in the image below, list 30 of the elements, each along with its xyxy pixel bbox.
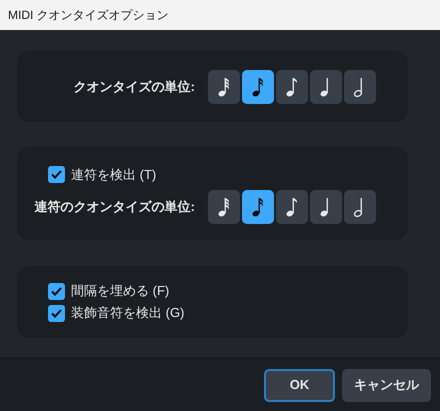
note-value-button[interactable]	[208, 70, 240, 104]
dialog-button[interactable]: OK	[264, 368, 335, 402]
checkbox-label: 連符を検出 (T)	[71, 166, 156, 184]
checkmark-icon	[51, 286, 62, 296]
checkmark-icon	[51, 170, 62, 179]
note-value-button[interactable]	[242, 190, 274, 224]
eighth-note-icon	[286, 76, 298, 96]
eighth-note-icon	[286, 196, 298, 216]
note-value-button[interactable]	[344, 190, 376, 224]
checkbox[interactable]	[48, 166, 65, 183]
thirty-second-note-icon	[218, 196, 230, 216]
dialog-button[interactable]: キャンセル	[342, 368, 431, 402]
checkbox[interactable]	[48, 304, 65, 322]
checkbox[interactable]	[48, 282, 65, 300]
quantize-unit-label: クオンタイズの単位:	[74, 78, 195, 96]
checkmark-icon	[51, 308, 62, 318]
window-title: MIDI クオンタイズオプション	[8, 7, 169, 24]
tuplet-unit-label: 連符のクオンタイズの単位:	[34, 198, 195, 216]
thirty-second-note-icon	[218, 76, 230, 96]
note-value-button[interactable]	[276, 190, 308, 224]
checkbox-label: 間隔を埋める (F)	[71, 282, 170, 300]
sixteenth-note-icon	[252, 76, 264, 96]
note-value-button[interactable]	[242, 70, 274, 104]
checkbox-label: 装飾音符を検出 (G)	[71, 304, 184, 322]
note-value-button[interactable]	[310, 190, 342, 224]
sixteenth-note-icon	[252, 196, 264, 216]
note-value-button[interactable]	[310, 70, 342, 104]
note-value-button[interactable]	[344, 70, 376, 104]
note-value-button[interactable]	[276, 70, 308, 104]
note-value-button[interactable]	[208, 190, 240, 224]
